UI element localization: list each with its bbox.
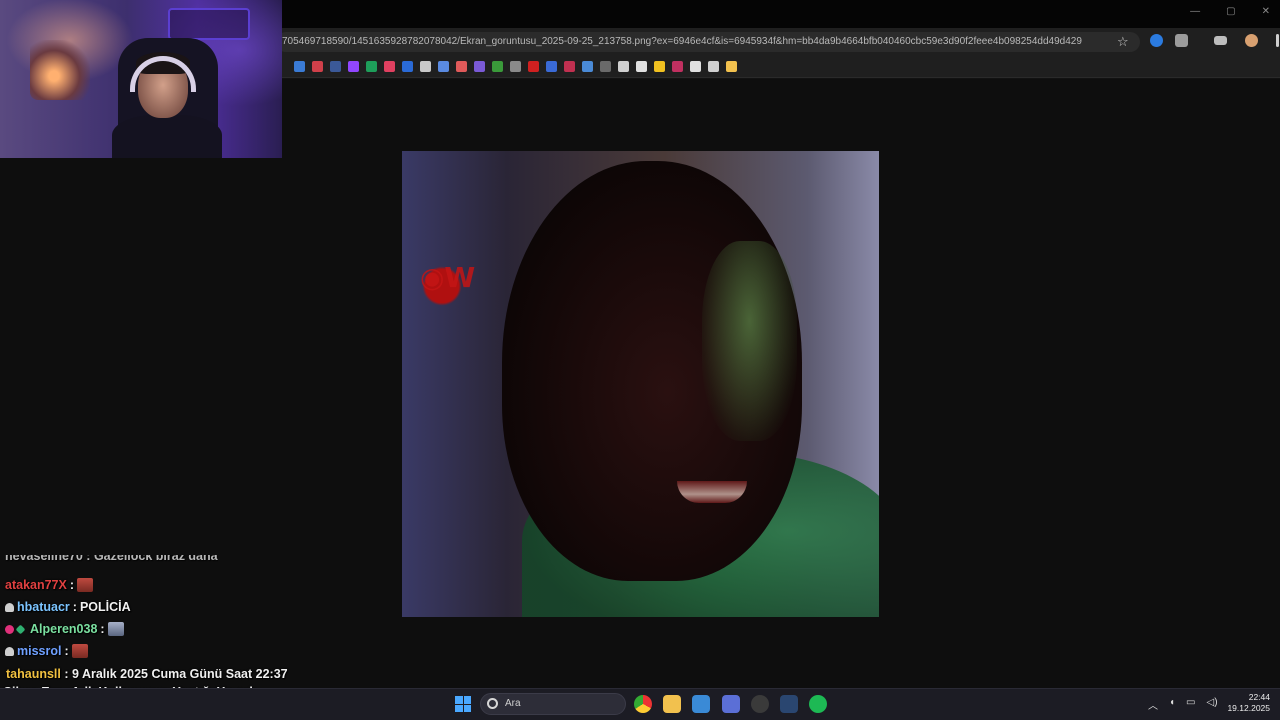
chat-separator: :	[72, 600, 77, 614]
volume-icon[interactable]: ◁)	[1207, 697, 1218, 712]
reading-list-icon[interactable]	[1214, 36, 1227, 45]
webcam-shelf-lights	[30, 40, 90, 100]
windows-start-icon[interactable]	[455, 696, 471, 712]
bookmark-favicon-icon[interactable]	[456, 61, 467, 72]
chat-cutoff-line: nevaseline70 : Gazellock biraz daha	[5, 555, 218, 563]
bookmark-favicon-icon[interactable]	[618, 61, 629, 72]
bookmark-favicon-icon[interactable]	[384, 61, 395, 72]
translate-extension-icon[interactable]	[1150, 34, 1163, 47]
puzzle-extensions-icon[interactable]	[1175, 34, 1188, 47]
bookmark-favicon-icon[interactable]	[510, 61, 521, 72]
bookmark-favicon-icon[interactable]	[528, 61, 539, 72]
bookmark-favicon-icon[interactable]	[366, 61, 377, 72]
image-green-paint	[702, 241, 797, 441]
bookmark-favicon-icon[interactable]	[330, 61, 341, 72]
bookmark-favicon-icon[interactable]	[708, 61, 719, 72]
file-explorer-taskbar-icon[interactable]	[663, 695, 681, 713]
bookmark-favicon-icon[interactable]	[600, 61, 611, 72]
chat-message: Alperen038 :	[5, 622, 124, 636]
clock-date: 19.12.2025	[1227, 703, 1270, 713]
photos-taskbar-icon[interactable]	[692, 695, 710, 713]
menu-kebab-icon[interactable]	[1276, 34, 1279, 47]
bookmark-favicon-icon[interactable]	[294, 61, 305, 72]
search-icon	[487, 698, 498, 709]
discord-taskbar-icon[interactable]	[722, 695, 740, 713]
streamer-webcam-overlay	[0, 0, 282, 158]
bookmark-favicon-icon[interactable]	[402, 61, 413, 72]
address-bar-url[interactable]: 705469718590/1451635928782078042/Ekran_g…	[282, 36, 1082, 47]
close-window-button[interactable]: ✕	[1262, 6, 1270, 17]
bookmark-favicon-icon[interactable]	[582, 61, 593, 72]
chrome-taskbar-icon[interactable]	[634, 695, 652, 713]
bookmark-favicon-icon[interactable]	[672, 61, 683, 72]
bookmark-star-icon[interactable]: ☆	[1117, 34, 1129, 50]
bookmark-favicon-icon[interactable]	[654, 61, 665, 72]
bookmark-favicon-icon[interactable]	[438, 61, 449, 72]
taskbar-clock[interactable]: 22:44 19.12.2025	[1226, 692, 1270, 714]
bookmark-favicon-icon[interactable]	[726, 61, 737, 72]
chat-username: hbatuacr	[17, 600, 70, 614]
bookmark-favicon-icon[interactable]	[492, 61, 503, 72]
bookmark-favicon-icon[interactable]	[474, 61, 485, 72]
moderator-badge-icon	[5, 602, 14, 612]
chat-message: atakan77X :	[5, 578, 94, 592]
bookmark-favicon-icon[interactable]	[690, 61, 701, 72]
emote-icon	[71, 644, 88, 658]
chat-message: hbatuacr : POLİCİA	[5, 600, 131, 614]
chat-username: Alperen038	[30, 622, 98, 636]
gem-badge-icon	[15, 624, 26, 634]
microphone-icon[interactable]: ◖	[1169, 697, 1175, 712]
minimize-button[interactable]: —	[1190, 6, 1200, 17]
bookmark-favicon-icon[interactable]	[312, 61, 323, 72]
chat-separator: :	[64, 644, 69, 658]
extensions-area	[1150, 34, 1279, 47]
chat-separator: :	[100, 622, 105, 636]
maximize-button[interactable]: ▢	[1226, 6, 1235, 17]
taskbar-search-box[interactable]: Ara	[480, 693, 626, 715]
chat-message: missrol :	[5, 644, 88, 658]
system-tray: ︿ ◖ ▭ ◁)	[1148, 697, 1218, 712]
viewed-image[interactable]: ◉W	[402, 151, 879, 617]
bookmark-icons-row	[294, 61, 737, 72]
network-icon[interactable]: ▭	[1186, 697, 1195, 712]
chat-username: atakan77X	[5, 578, 67, 592]
chat-username: missrol	[17, 644, 62, 658]
profile-avatar-icon[interactable]	[1245, 34, 1258, 47]
clock-time: 22:44	[1248, 692, 1270, 702]
emote-icon	[107, 622, 124, 636]
obs-taskbar-icon[interactable]	[751, 695, 769, 713]
subscriber-badge-icon	[5, 624, 14, 634]
moderator-badge-icon	[5, 646, 14, 656]
bookmark-favicon-icon[interactable]	[564, 61, 575, 72]
webcam-streamer-body	[112, 115, 222, 158]
emote-icon	[77, 578, 94, 592]
steam-taskbar-icon[interactable]	[780, 695, 798, 713]
bookmark-favicon-icon[interactable]	[546, 61, 557, 72]
bookmark-favicon-icon[interactable]	[348, 61, 359, 72]
image-red-sign: ◉W	[420, 261, 476, 294]
spotify-taskbar-icon[interactable]	[809, 695, 827, 713]
chat-text: POLİCİA	[79, 600, 131, 614]
chevron-up-icon[interactable]: ︿	[1148, 697, 1158, 712]
bookmark-favicon-icon[interactable]	[420, 61, 431, 72]
taskbar-search-placeholder: Ara	[505, 698, 521, 709]
chat-separator: :	[69, 578, 75, 592]
chat-username: tahaunsll	[6, 667, 61, 681]
window-controls: — ▢ ✕	[1190, 6, 1270, 17]
chat-separator: :	[64, 667, 72, 681]
image-mouth	[677, 481, 747, 503]
bookmark-favicon-icon[interactable]	[636, 61, 647, 72]
webcam-neon-sign	[168, 8, 250, 40]
